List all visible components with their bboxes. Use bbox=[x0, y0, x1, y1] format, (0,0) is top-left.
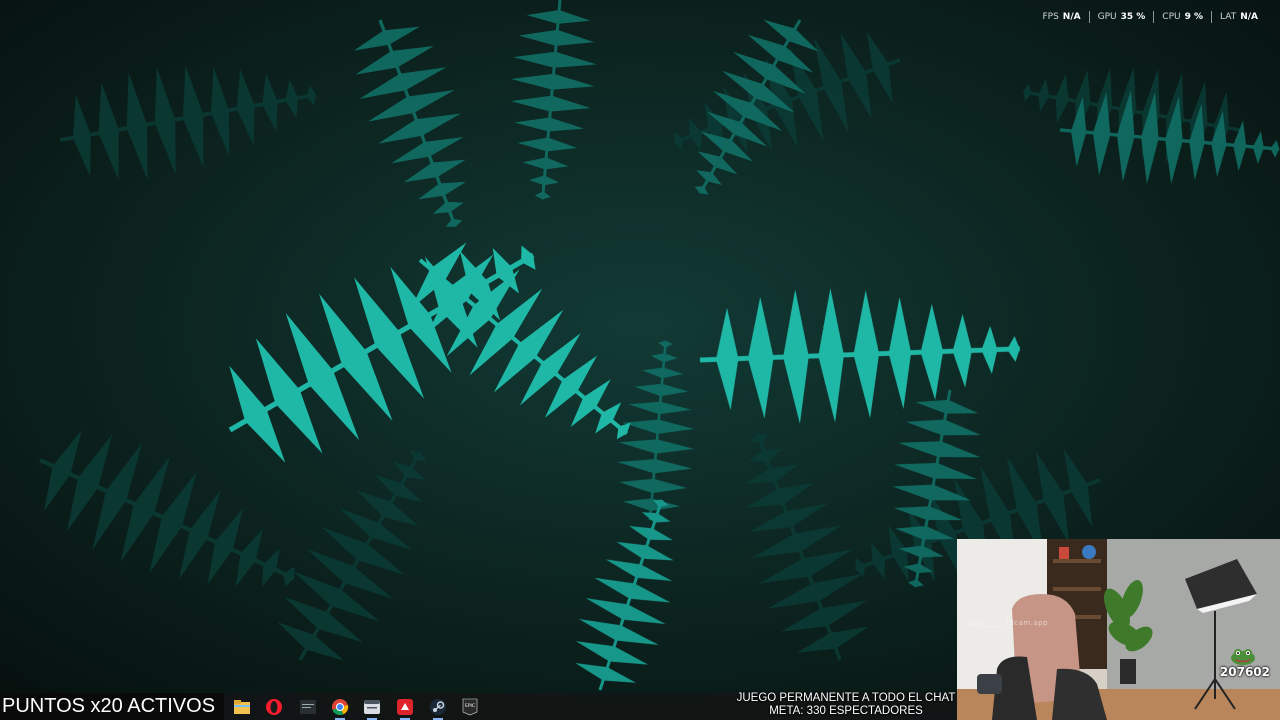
window-app-icon[interactable] bbox=[362, 697, 382, 720]
file-explorer-icon[interactable] bbox=[232, 697, 252, 717]
pepe-frog-icon bbox=[1231, 649, 1255, 665]
stream-goal: JUEGO PERMANENTE A TODO EL CHAT META: 33… bbox=[724, 692, 968, 720]
steam-icon[interactable] bbox=[428, 697, 448, 720]
cmd-app-icon[interactable] bbox=[298, 697, 318, 717]
webcam-feed bbox=[957, 539, 1280, 720]
latency-readout: LAT N/A bbox=[1211, 11, 1266, 23]
epic-label: EPIC bbox=[465, 703, 475, 709]
fps-value: N/A bbox=[1062, 12, 1081, 22]
goal-line-2: META: 330 ESPECTADORES bbox=[769, 705, 923, 717]
webcam-counter: 207602 bbox=[1219, 665, 1270, 679]
cpu-readout: CPU 9 % bbox=[1153, 11, 1211, 23]
webcam-watermark: usa______ldcam.app bbox=[969, 619, 1049, 627]
performance-overlay: FPS N/A GPU 35 % CPU 9 % LAT N/A bbox=[1034, 11, 1266, 23]
gpu-label: GPU bbox=[1097, 12, 1117, 22]
webcam-overlay: usa______ldcam.app 207602 bbox=[957, 539, 1280, 720]
latency-value: N/A bbox=[1240, 12, 1258, 22]
fps-readout: FPS N/A bbox=[1034, 11, 1088, 23]
epic-games-icon[interactable]: EPIC bbox=[460, 697, 480, 717]
red-app-icon[interactable] bbox=[395, 697, 415, 720]
points-banner: PUNTOS x20 ACTIVOS bbox=[0, 693, 224, 720]
goal-line-1: JUEGO PERMANENTE A TODO EL CHAT bbox=[736, 692, 956, 704]
gpu-readout: GPU 35 % bbox=[1088, 11, 1154, 23]
cpu-value: 9 % bbox=[1184, 12, 1204, 22]
chrome-icon[interactable] bbox=[330, 697, 350, 720]
opera-icon[interactable] bbox=[264, 697, 284, 717]
latency-label: LAT bbox=[1220, 12, 1237, 22]
cpu-label: CPU bbox=[1162, 12, 1181, 22]
gpu-value: 35 % bbox=[1120, 12, 1146, 22]
fps-label: FPS bbox=[1042, 12, 1059, 22]
